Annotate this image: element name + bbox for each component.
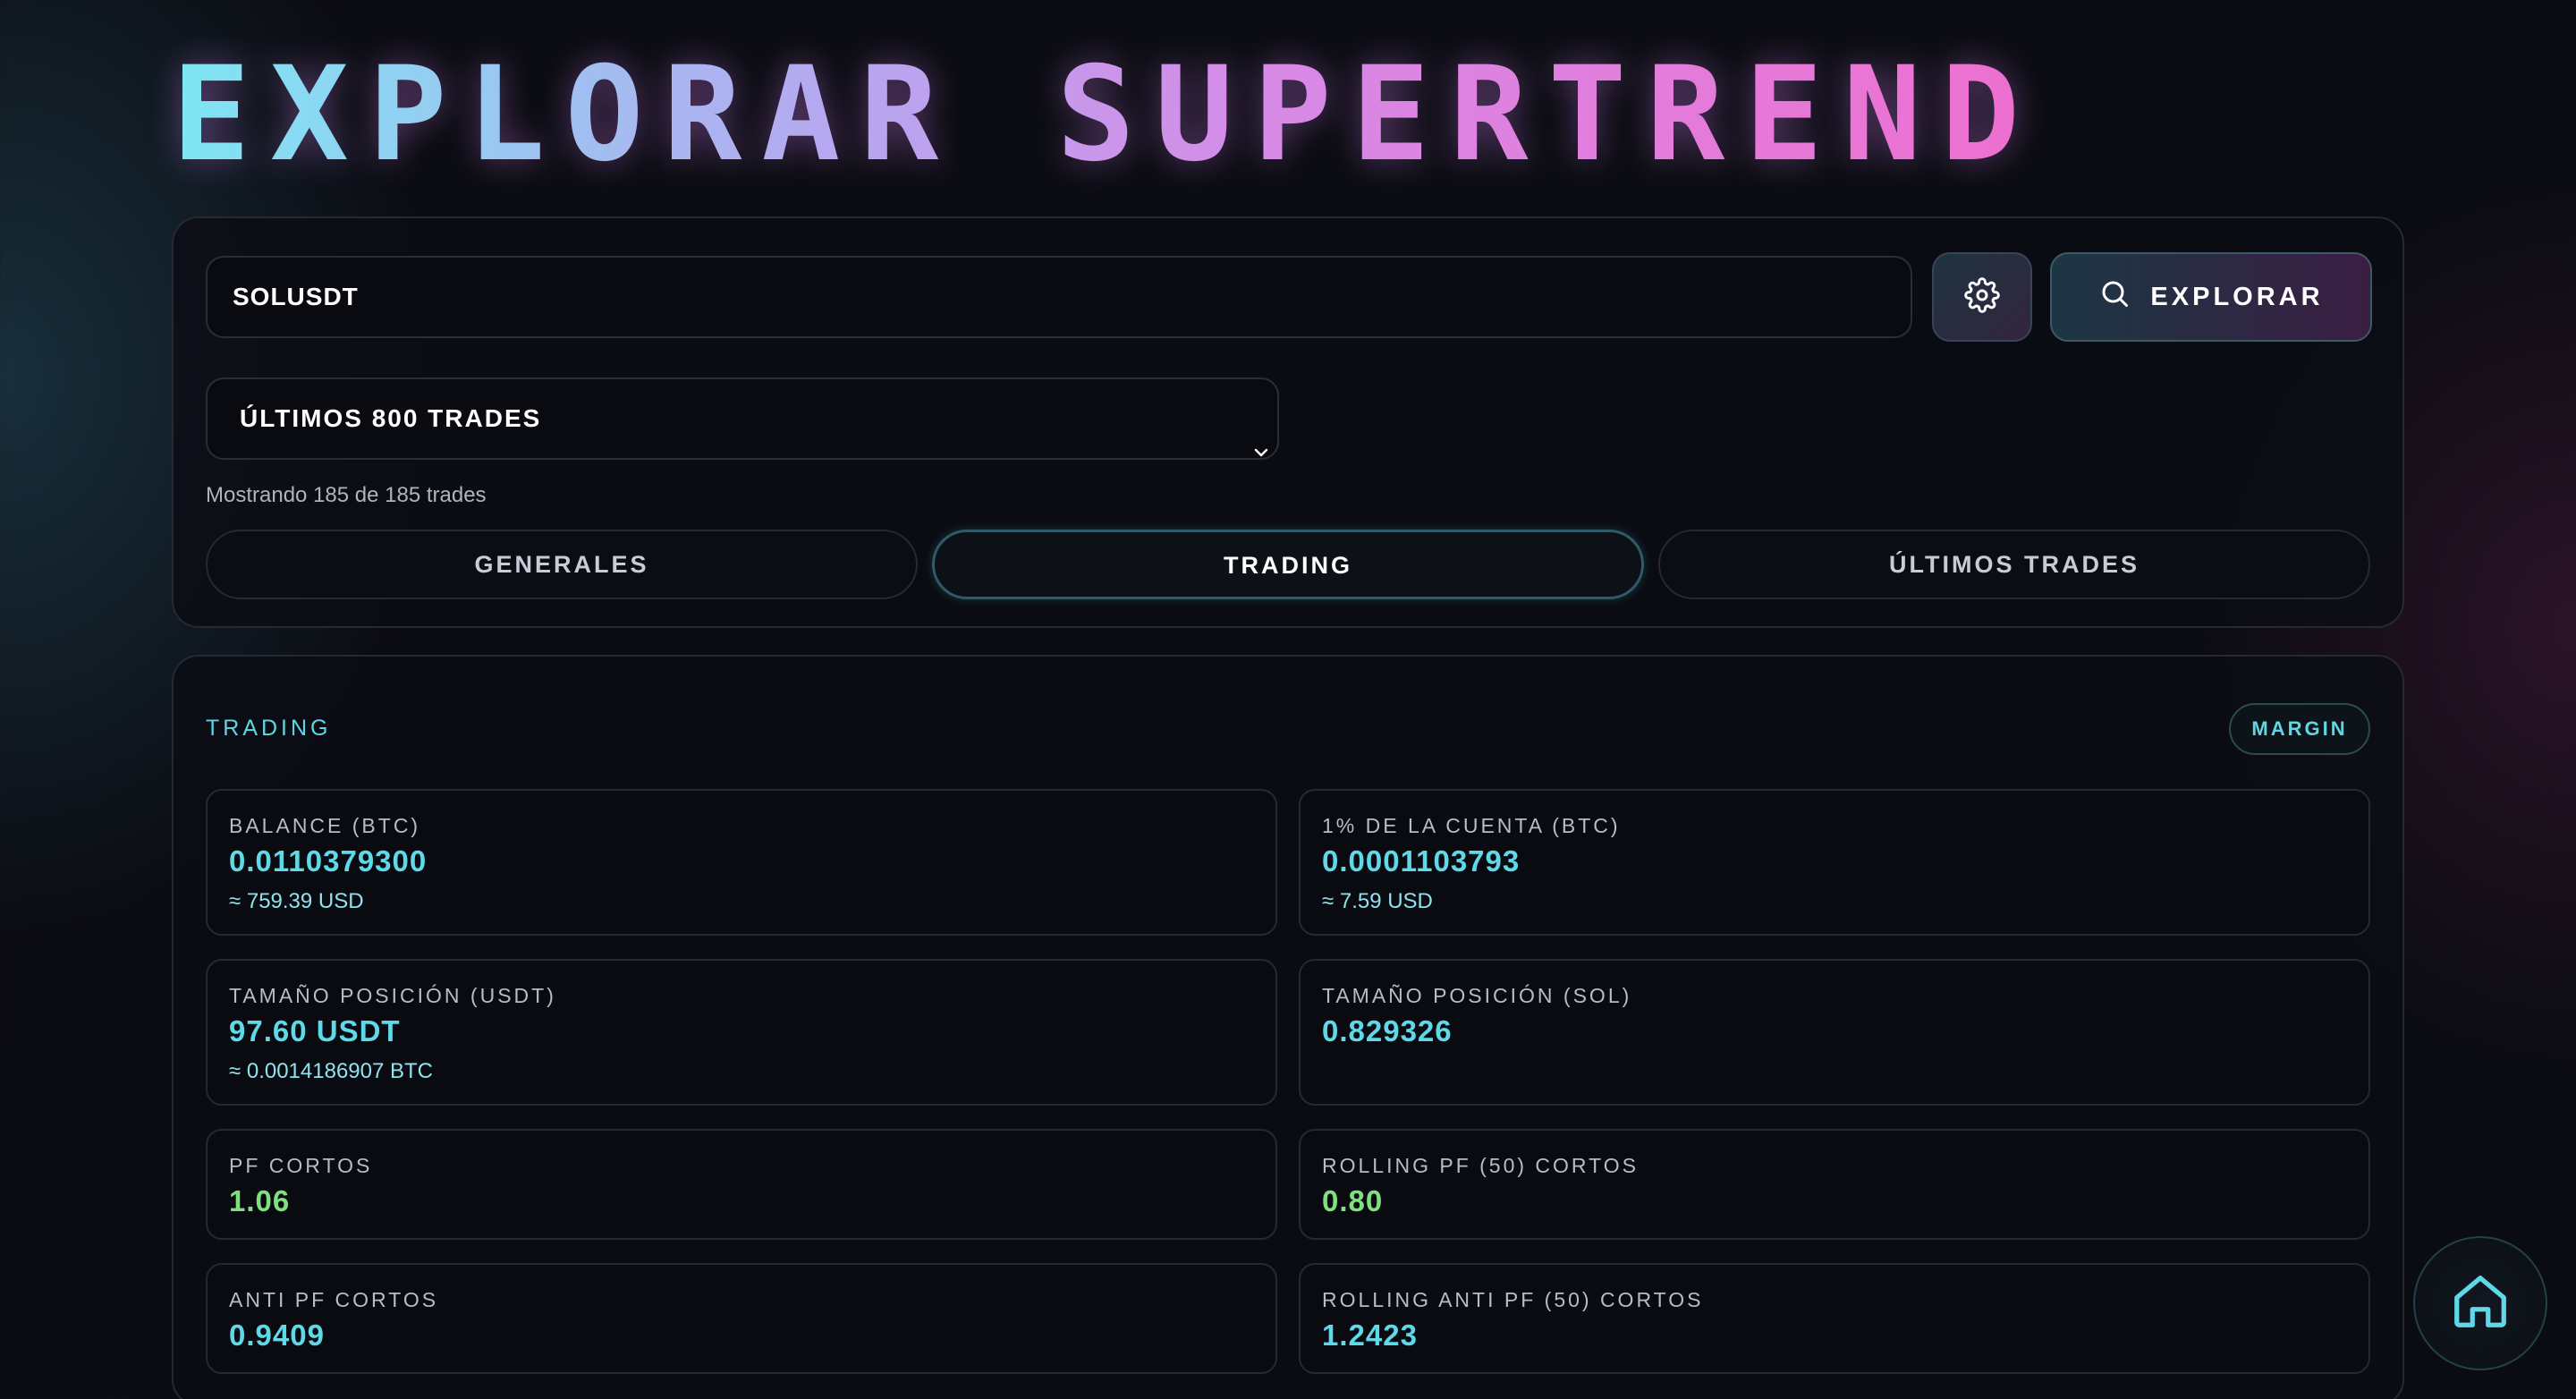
chevron-down-icon (1252, 411, 1270, 490)
tab-ultimos-trades[interactable]: ÚLTIMOS TRADES (1658, 530, 2370, 599)
section-title: TRADING (206, 716, 332, 741)
symbol-search-input[interactable]: SOLUSDT (206, 256, 1912, 338)
stat-label: BALANCE (BTC) (229, 814, 421, 837)
gear-icon (1964, 276, 2000, 318)
page-title: EXPLORAR SUPERTREND (172, 38, 2040, 191)
explore-button-label: EXPLORAR (2150, 282, 2324, 311)
stat-label: TAMAÑO POSICIÓN (SOL) (1322, 984, 1632, 1007)
home-icon (2449, 1270, 2512, 1337)
stat-card-anti-pf-cortos: ANTI PF CORTOS 0.9409 (206, 1263, 1277, 1374)
stat-card-balance: BALANCE (BTC) 0.0110379300 ≈ 759.39 USD (206, 789, 1277, 936)
trades-range-select[interactable]: ÚLTIMOS 800 TRADES (206, 377, 1279, 460)
stat-label: 1% DE LA CUENTA (BTC) (1322, 814, 1621, 837)
home-button[interactable] (2413, 1236, 2547, 1370)
stat-value: 0.0001103793 (1322, 844, 1521, 878)
stat-card-rolling-anti-pf-cortos: ROLLING ANTI PF (50) CORTOS 1.2423 (1299, 1263, 2370, 1374)
tab-generales[interactable]: GENERALES (206, 530, 918, 599)
stat-subvalue: ≈ 0.0014186907 BTC (229, 1059, 433, 1083)
stat-label: ROLLING ANTI PF (50) CORTOS (1322, 1288, 1704, 1311)
stat-card-position-usdt: TAMAÑO POSICIÓN (USDT) 97.60 USDT ≈ 0.00… (206, 959, 1277, 1106)
explore-button[interactable]: EXPLORAR (2050, 252, 2372, 342)
trades-count-text: Mostrando 185 de 185 trades (206, 483, 487, 507)
stat-label: ANTI PF CORTOS (229, 1288, 439, 1311)
settings-button[interactable] (1932, 252, 2032, 342)
search-icon (2098, 277, 2131, 317)
stat-subvalue: ≈ 7.59 USD (1322, 889, 1433, 913)
stat-value: 0.9409 (229, 1318, 325, 1352)
stat-value: 0.80 (1322, 1184, 1384, 1217)
stat-label: TAMAÑO POSICIÓN (USDT) (229, 984, 556, 1007)
margin-badge: MARGIN (2229, 703, 2370, 755)
stat-value: 1.2423 (1322, 1318, 1418, 1352)
stat-value: 97.60 USDT (229, 1014, 401, 1047)
search-panel: SOLUSDT EXPLORAR ÚLTIMOS 800 TRADES Most… (172, 216, 2404, 628)
tab-trading[interactable]: TRADING (932, 530, 1644, 599)
stat-card-pf-cortos: PF CORTOS 1.06 (206, 1129, 1277, 1240)
stat-label: ROLLING PF (50) CORTOS (1322, 1154, 1639, 1177)
stat-value: 0.0110379300 (229, 844, 428, 878)
stat-value: 1.06 (229, 1184, 291, 1217)
stat-label: PF CORTOS (229, 1154, 373, 1177)
trading-panel: TRADING MARGIN BALANCE (BTC) 0.011037930… (172, 655, 2404, 1399)
stat-subvalue: ≈ 759.39 USD (229, 889, 364, 913)
stat-value: 0.829326 (1322, 1014, 1453, 1047)
stat-card-position-sol: TAMAÑO POSICIÓN (SOL) 0.829326 (1299, 959, 2370, 1106)
trades-range-value: ÚLTIMOS 800 TRADES (240, 404, 542, 432)
stat-card-rolling-pf-cortos: ROLLING PF (50) CORTOS 0.80 (1299, 1129, 2370, 1240)
stat-card-account-pct: 1% DE LA CUENTA (BTC) 0.0001103793 ≈ 7.5… (1299, 789, 2370, 936)
